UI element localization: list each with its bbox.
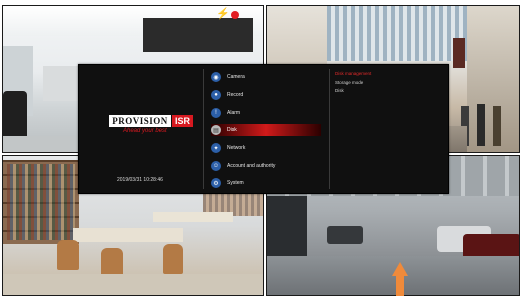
menu-item-alarm[interactable]: ! Alarm	[211, 107, 321, 119]
submenu-disk-management[interactable]: Disk management	[335, 71, 371, 76]
reading-table	[153, 212, 233, 222]
menu-item-camera[interactable]: ◉ Camera	[211, 71, 321, 83]
reading-table	[73, 228, 183, 242]
library-floor	[3, 274, 263, 295]
divider	[329, 69, 330, 189]
menu-item-disk[interactable]: ▤ Disk	[211, 124, 321, 136]
brand-logo: PROVISION ISR Ahead your best	[109, 115, 209, 139]
glass-roof	[327, 6, 467, 61]
alarm-icon: !	[211, 108, 221, 118]
wall-cabinet	[143, 18, 253, 52]
menu-item-account[interactable]: ☺ Account and authority	[211, 160, 321, 172]
menu-item-system[interactable]: ⚙ System	[211, 177, 321, 189]
camera-icon: ◉	[211, 72, 221, 82]
desk	[43, 66, 83, 101]
logo-slogan: Ahead your best	[123, 128, 167, 134]
submenu-storage-mode[interactable]: Storage mode	[335, 80, 363, 85]
logo-brand: PROVISION	[109, 115, 171, 127]
submenu-disk[interactable]: Disk	[335, 88, 344, 93]
menu-item-label: Alarm	[227, 110, 241, 116]
logo-suffix: ISR	[172, 115, 194, 127]
menu-item-label: Camera	[227, 74, 245, 80]
floor-arrow-stem	[396, 274, 404, 296]
system-datetime: 2019/03/31 10:28:46	[117, 177, 163, 183]
record-icon: ●	[211, 90, 221, 100]
menu-item-label: Record	[227, 92, 244, 98]
divider	[203, 69, 204, 189]
shopper	[493, 106, 501, 146]
dvr-screen: ⚡ PROVISION ISR Ahead your best 2019/03/…	[0, 0, 522, 300]
shopper	[477, 104, 485, 146]
menu-item-network[interactable]: ✦ Network	[211, 142, 321, 154]
banner	[453, 38, 465, 68]
parked-car	[327, 226, 363, 244]
chair	[57, 240, 79, 270]
menu-item-label: Account and authority	[227, 163, 276, 169]
main-menu: PROVISION ISR Ahead your best 2019/03/31…	[78, 64, 449, 194]
network-icon: ✦	[211, 143, 221, 153]
menu-item-label: Network	[227, 145, 246, 151]
menu-item-label: Disk	[227, 127, 237, 133]
menu-item-label: System	[227, 180, 244, 186]
chair	[163, 244, 183, 274]
books	[7, 164, 75, 240]
disk-icon: ▤	[211, 125, 221, 135]
record-indicator	[231, 11, 239, 19]
system-icon: ⚙	[211, 178, 221, 188]
menu-item-record[interactable]: ● Record	[211, 89, 321, 101]
lightning-icon: ⚡	[216, 8, 230, 20]
account-icon: ☺	[211, 161, 221, 171]
